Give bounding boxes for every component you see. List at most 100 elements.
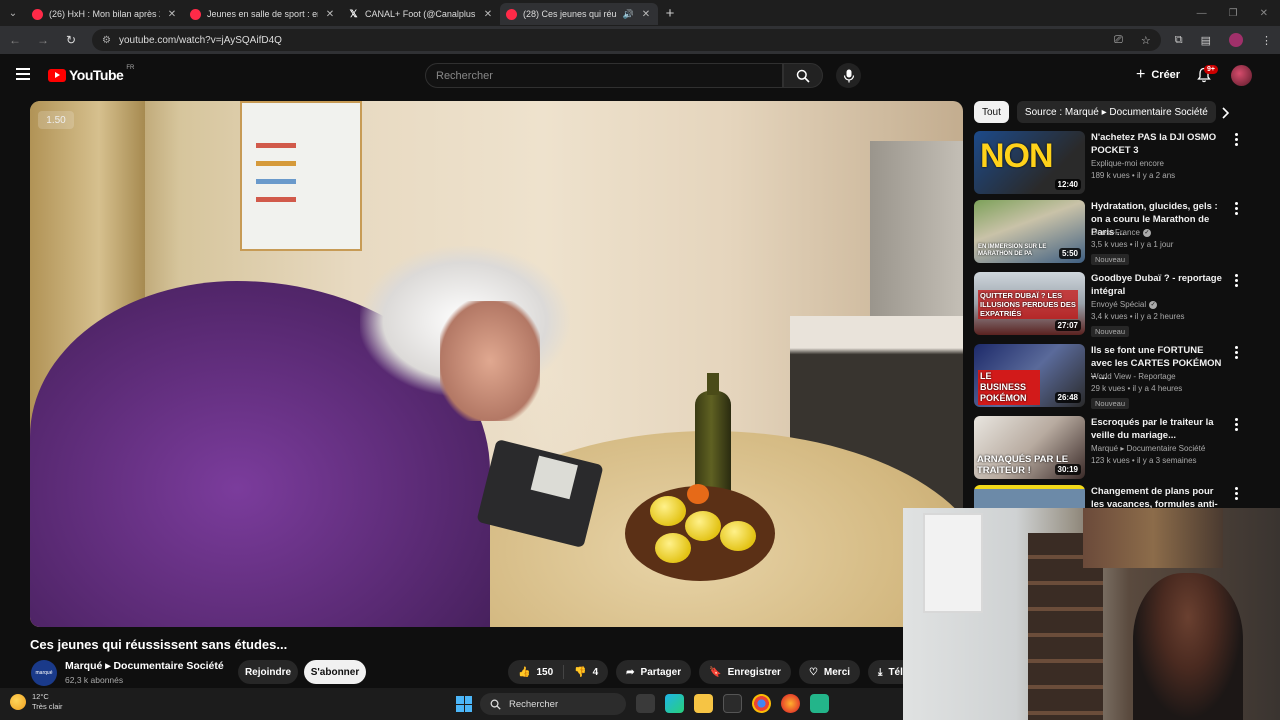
thumbs-up-icon: 👍 <box>518 666 531 678</box>
taskbar-search-label: Rechercher <box>509 698 559 710</box>
new-badge: Nouveau <box>1091 398 1130 409</box>
extensions-icon[interactable]: ⧉ <box>1175 34 1183 47</box>
join-button[interactable]: Rejoindre <box>238 660 298 684</box>
tab-title: Jeunes en salle de sport : entre ... <box>207 9 318 19</box>
new-badge: Nouveau <box>1091 254 1130 265</box>
recommendation-channel: Envoyé Spécial ✓ <box>1091 300 1158 309</box>
recommendation-item[interactable]: QUITTER DUBAÏ ? LES ILLUSIONS PERDUES DE… <box>974 272 1240 340</box>
taskbar-search[interactable]: Rechercher <box>480 693 626 715</box>
close-window-icon[interactable]: ✕ <box>1260 8 1268 19</box>
share-label: Partager <box>640 666 682 678</box>
new-tab-button[interactable]: + <box>658 5 682 22</box>
voice-search-button[interactable] <box>836 63 861 88</box>
sidebar-icon[interactable]: ▤ <box>1201 34 1211 47</box>
youtube-header: YouTube FR Rechercher + Créer 9+ <box>0 54 1280 98</box>
browser-tab-1[interactable]: (26) HxH : Mon bilan après 25 ... ✕ <box>26 3 184 25</box>
more-actions-icon[interactable] <box>1235 274 1239 287</box>
profile-avatar[interactable] <box>1229 33 1243 47</box>
like-count: 150 <box>536 666 554 678</box>
recommendation-meta: 189 k vues • il y a 2 ans <box>1091 171 1176 180</box>
more-actions-icon[interactable] <box>1235 202 1239 215</box>
video-thumbnail[interactable]: QUITTER DUBAÏ ? LES ILLUSIONS PERDUES DE… <box>974 272 1085 335</box>
close-tab-icon[interactable]: ✕ <box>324 9 336 20</box>
tab-search-icon[interactable]: ⌄ <box>0 0 26 26</box>
search-input[interactable]: Rechercher <box>425 63 783 88</box>
browser-tab-2[interactable]: Jeunes en salle de sport : entre ... ✕ <box>184 3 342 25</box>
dislike-button[interactable]: 👎 4 <box>564 660 608 684</box>
minimize-icon[interactable]: — <box>1197 8 1207 19</box>
close-tab-icon[interactable]: ✕ <box>640 9 652 20</box>
recommendation-meta: 29 k vues • il y a 4 heures <box>1091 384 1183 393</box>
bookmark-star-icon[interactable]: ☆ <box>1141 34 1151 47</box>
video-frame-lemon <box>655 533 691 563</box>
recommendation-title[interactable]: N'achetez PAS la DJI OSMO POCKET 3 <box>1091 131 1225 157</box>
file-explorer-icon[interactable] <box>694 694 713 713</box>
more-actions-icon[interactable] <box>1235 133 1239 146</box>
task-view-icon[interactable] <box>636 694 655 713</box>
verified-check-icon: ✓ <box>1149 300 1158 309</box>
maximize-icon[interactable]: ❐ <box>1229 8 1238 19</box>
share-arrow-icon: ➦ <box>626 666 635 678</box>
thanks-button[interactable]: ♡ Merci <box>798 660 861 684</box>
reload-icon[interactable]: ↻ <box>64 33 78 47</box>
store-icon[interactable] <box>723 694 742 713</box>
weather-condition: Très clair <box>32 702 63 711</box>
duration-badge: 27:07 <box>1054 320 1081 331</box>
video-thumbnail[interactable]: ARNAQUÉS PAR LE TRAITEUR ! 30:19 <box>974 416 1085 479</box>
firefox-icon[interactable] <box>781 694 800 713</box>
video-thumbnail[interactable]: LE BUSINESS POKÉMON 26:48 <box>974 344 1085 407</box>
recommendation-item[interactable]: LE BUSINESS POKÉMON 26:48 Ils se font un… <box>974 344 1240 412</box>
windows-start-icon[interactable] <box>456 696 472 712</box>
create-button[interactable]: + Créer <box>1126 64 1190 86</box>
account-avatar[interactable] <box>1231 65 1252 86</box>
menu-icon[interactable] <box>16 68 30 80</box>
video-player[interactable] <box>30 101 963 627</box>
recommendation-item[interactable]: NON 12:40 N'achetez PAS la DJI OSMO POCK… <box>974 131 1240 199</box>
youtube-logo[interactable]: YouTube FR <box>48 65 134 83</box>
cast-icon[interactable]: ⎚ <box>1114 34 1123 47</box>
app-icon[interactable] <box>810 694 829 713</box>
heart-dollar-icon: ♡ <box>808 666 818 678</box>
close-tab-icon[interactable]: ✕ <box>482 9 494 20</box>
close-tab-icon[interactable]: ✕ <box>166 9 178 20</box>
share-button[interactable]: ➦ Partager <box>616 660 692 684</box>
tab-title: (28) Ces jeunes qui réussisse... <box>523 9 617 19</box>
tab-title: CANAL+ Foot (@CanalplusFoot) ... <box>365 9 476 19</box>
video-thumbnail[interactable]: NON 12:40 <box>974 131 1085 194</box>
browser-menu-icon[interactable]: ⋮ <box>1261 34 1272 47</box>
more-actions-icon[interactable] <box>1235 346 1239 359</box>
webcam-background-window <box>923 513 983 613</box>
recommendation-item[interactable]: EN IMMERSION SUR LE MARATHON DE PA 5:50 … <box>974 200 1240 268</box>
recommendation-item[interactable]: ARNAQUÉS PAR LE TRAITEUR ! 30:19 Escroqu… <box>974 416 1240 484</box>
forward-icon[interactable]: → <box>36 33 50 47</box>
like-button[interactable]: 👍 150 <box>508 660 563 684</box>
edge-icon[interactable] <box>665 694 684 713</box>
url-text: youtube.com/watch?v=jAySQAifD4Q <box>118 34 282 46</box>
browser-tab-3[interactable]: 𝕏 CANAL+ Foot (@CanalplusFoot) ... ✕ <box>342 3 500 25</box>
recommendation-title[interactable]: Escroqués par le traiteur la veille du m… <box>1091 416 1225 442</box>
plus-icon: + <box>1136 66 1146 83</box>
url-actions: ⎚ ☆ <box>1114 34 1151 47</box>
chip-all[interactable]: Tout <box>974 101 1009 123</box>
subscribe-button[interactable]: S'abonner <box>304 660 366 684</box>
more-actions-icon[interactable] <box>1235 418 1239 431</box>
search-icon <box>796 69 810 83</box>
site-info-icon[interactable]: ⚙ <box>102 35 111 46</box>
search-button[interactable] <box>783 63 823 88</box>
weather-widget[interactable]: 12°C Très clair <box>10 692 63 712</box>
recommendation-title[interactable]: Goodbye Dubaï ? - reportage intégral <box>1091 272 1225 298</box>
video-thumbnail[interactable]: EN IMMERSION SUR LE MARATHON DE PA 5:50 <box>974 200 1085 263</box>
save-button[interactable]: 🔖 Enregistrer <box>699 660 791 684</box>
thumbnail-text: NON <box>980 137 1054 175</box>
channel-avatar[interactable]: marqué <box>31 660 57 686</box>
url-field[interactable]: ⚙ youtube.com/watch?v=jAySQAifD4Q ⎚ ☆ <box>92 29 1161 51</box>
back-icon[interactable]: ← <box>8 33 22 47</box>
chevron-right-icon[interactable] <box>1218 106 1232 120</box>
more-actions-icon[interactable] <box>1235 487 1239 500</box>
chip-source[interactable]: Source : Marqué ▸ Documentaire Société <box>1016 101 1216 123</box>
speaker-icon[interactable]: 🔊 <box>623 9 634 20</box>
browser-tab-4[interactable]: (28) Ces jeunes qui réussisse... 🔊 ✕ <box>500 3 658 25</box>
channel-name[interactable]: Marqué ▸ Documentaire Société <box>65 660 224 672</box>
chrome-icon[interactable] <box>752 694 771 713</box>
thumbnail-text: QUITTER DUBAÏ ? LES ILLUSIONS PERDUES DE… <box>978 290 1078 319</box>
